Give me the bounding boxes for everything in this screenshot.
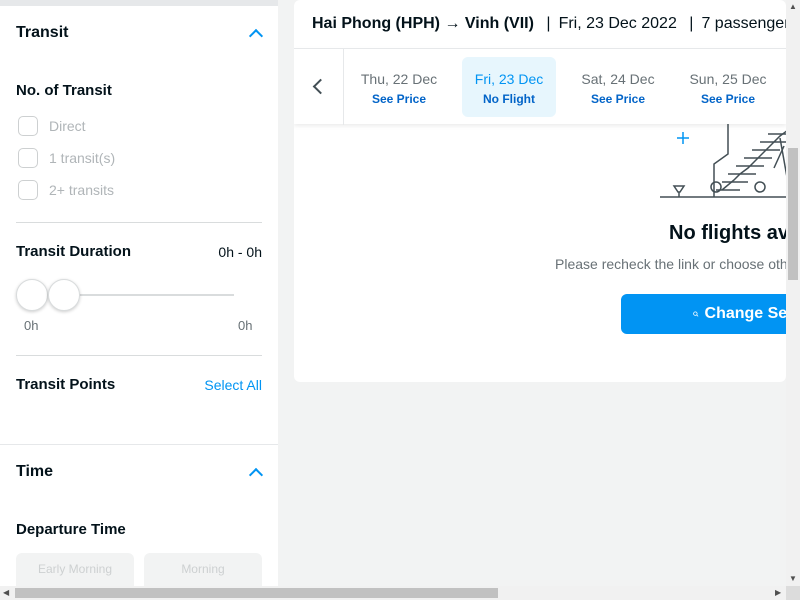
time-slot-early-morning[interactable]: Early Morning bbox=[16, 553, 134, 586]
horizontal-scroll-thumb[interactable] bbox=[15, 588, 498, 598]
route-summary: Hai Phong (HPH) → Vinh (VII) | Fri, 23 De… bbox=[294, 0, 786, 48]
checkbox[interactable] bbox=[18, 180, 38, 200]
scroll-left-arrow-icon[interactable]: ◀ bbox=[3, 588, 9, 597]
scroll-down-arrow-icon[interactable]: ▼ bbox=[789, 574, 797, 583]
route-separator: | bbox=[689, 15, 694, 32]
route-date: Fri, 23 Dec 2022 bbox=[558, 15, 677, 32]
departure-time-title: Departure Time bbox=[16, 521, 126, 538]
route-passengers: 7 passengers bbox=[701, 15, 786, 32]
transit-section-header[interactable]: Transit bbox=[16, 24, 262, 42]
duration-slider-max-label: 0h bbox=[238, 318, 253, 333]
date-selector: Thu, 22 Dec See Price Fri, 23 Dec No Fli… bbox=[294, 48, 786, 125]
transit-duration-header: Transit Duration 0h - 0h bbox=[16, 243, 262, 260]
filter-sidebar: Transit No. of Transit Direct 1 transit(… bbox=[0, 0, 278, 586]
transit-duration-value: 0h - 0h bbox=[218, 243, 262, 260]
sidebar-top-border bbox=[0, 0, 278, 6]
vertical-scroll-thumb[interactable] bbox=[788, 148, 798, 280]
time-section-title: Time bbox=[16, 463, 54, 480]
checkbox[interactable] bbox=[18, 148, 38, 168]
date-option-price: See Price bbox=[700, 92, 756, 106]
date-option-price: No Flight bbox=[483, 92, 535, 106]
route-origin: Hai Phong (HPH) bbox=[312, 15, 440, 32]
change-search-button[interactable]: Change Search bbox=[621, 294, 786, 334]
time-section-header[interactable]: Time bbox=[16, 463, 262, 481]
duration-slider-max-handle[interactable] bbox=[48, 279, 80, 311]
transit-duration-title: Transit Duration bbox=[16, 243, 132, 260]
scrollbar-corner bbox=[786, 586, 800, 600]
duration-slider-min-label: 0h bbox=[24, 318, 39, 333]
select-all-link[interactable]: Select All bbox=[204, 377, 262, 393]
transit-option-label: 2+ transits bbox=[49, 182, 114, 198]
date-option-selected[interactable]: Fri, 23 Dec No Flight bbox=[462, 57, 556, 117]
horizontal-scrollbar[interactable]: ◀ ▶ bbox=[0, 586, 786, 600]
search-icon bbox=[693, 311, 699, 317]
date-option[interactable]: Sun, 25 Dec See Price bbox=[681, 57, 775, 117]
change-search-label: Change Search bbox=[704, 305, 786, 322]
results-panel: Hai Phong (HPH) → Vinh (VII) | Fri, 23 De… bbox=[294, 0, 786, 382]
scroll-up-arrow-icon[interactable]: ▲ bbox=[789, 2, 797, 11]
route-arrow: → bbox=[444, 15, 461, 32]
date-option-date: Fri, 23 Dec bbox=[474, 71, 544, 87]
divider bbox=[16, 222, 262, 223]
route-destination: Vinh (VII) bbox=[464, 15, 534, 32]
vertical-scrollbar[interactable]: ▲ ▼ bbox=[786, 0, 800, 586]
scroll-right-arrow-icon[interactable]: ▶ bbox=[775, 588, 781, 597]
duration-slider-min-handle[interactable] bbox=[16, 279, 48, 311]
transit-option-direct[interactable]: Direct bbox=[18, 116, 86, 136]
time-slot-morning[interactable]: Morning bbox=[144, 553, 262, 586]
date-option-date: Sun, 25 Dec bbox=[689, 71, 767, 87]
empty-state-title: No flights available bbox=[669, 222, 786, 244]
date-option-date: Sat, 24 Dec bbox=[581, 71, 655, 87]
empty-state-description: Please recheck the link or choose other … bbox=[555, 256, 786, 272]
transit-points-title: Transit Points bbox=[16, 376, 116, 393]
transit-option-label: 1 transit(s) bbox=[49, 150, 116, 166]
divider bbox=[16, 355, 262, 356]
date-option[interactable]: Sat, 24 Dec See Price bbox=[571, 57, 665, 117]
airport-stairs-illustration bbox=[660, 124, 786, 198]
transit-count-title: No. of Transit bbox=[16, 82, 112, 99]
transit-option-one[interactable]: 1 transit(s) bbox=[18, 148, 115, 168]
transit-option-two-plus[interactable]: 2+ transits bbox=[18, 180, 114, 200]
date-option-price: See Price bbox=[371, 92, 427, 106]
section-separator bbox=[0, 444, 278, 445]
transit-points-header: Transit Points Select All bbox=[16, 376, 262, 393]
checkbox[interactable] bbox=[18, 116, 38, 136]
chevron-left-icon[interactable] bbox=[294, 49, 344, 125]
route-separator: | bbox=[546, 15, 551, 32]
date-option-price: See Price bbox=[590, 92, 646, 106]
chevron-up-icon[interactable] bbox=[248, 465, 262, 479]
chevron-up-icon[interactable] bbox=[248, 26, 262, 40]
transit-section-title: Transit bbox=[16, 24, 69, 41]
transit-option-label: Direct bbox=[49, 118, 86, 134]
date-option-date: Thu, 22 Dec bbox=[360, 71, 438, 87]
date-option[interactable]: Thu, 22 Dec See Price bbox=[352, 57, 446, 117]
